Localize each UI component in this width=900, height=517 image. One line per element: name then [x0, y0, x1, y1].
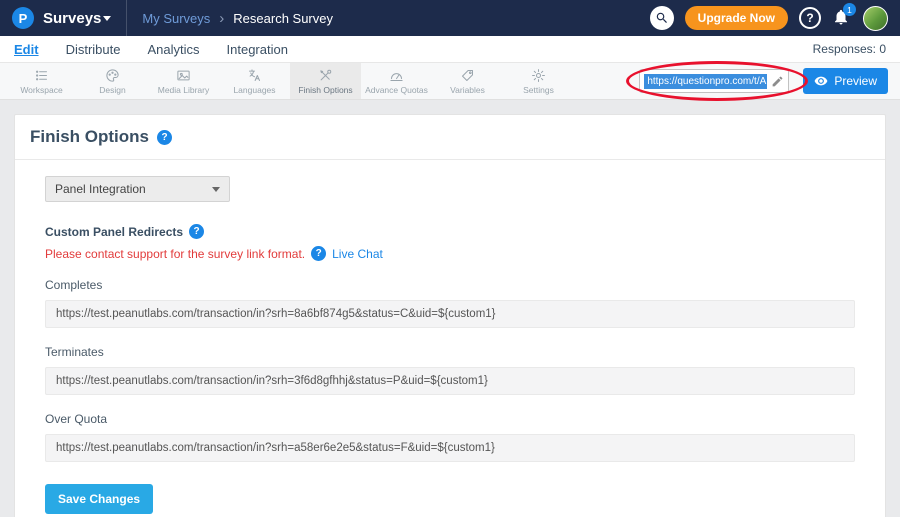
advance-quotas-gauge-icon: [389, 68, 404, 83]
over-quota-url-field[interactable]: https://test.peanutlabs.com/transaction/…: [45, 434, 855, 462]
finish-options-card: Finish Options ? Panel Integration Custo…: [14, 114, 886, 517]
toolbar-item-media-library[interactable]: Media Library: [148, 63, 219, 99]
notifications-button[interactable]: 1: [832, 8, 852, 28]
top-bar: P Surveys My Surveys › Research Survey U…: [0, 0, 900, 36]
card-title-row: Finish Options ?: [15, 115, 885, 159]
help-button[interactable]: ?: [799, 7, 821, 29]
media-library-icon: [176, 68, 191, 83]
support-note-text: Please contact support for the survey li…: [45, 247, 305, 261]
page-title: Finish Options: [30, 127, 149, 147]
divider: [126, 0, 127, 36]
questionpro-logo[interactable]: P: [12, 7, 34, 29]
toolbar-label: Languages: [233, 85, 275, 95]
toolbar-item-advance-quotas[interactable]: Advance Quotas: [361, 63, 432, 99]
toolbar-label: Settings: [523, 85, 554, 95]
pencil-icon: [771, 75, 784, 88]
toolbar-label: Media Library: [158, 85, 210, 95]
product-switcher[interactable]: Surveys: [43, 10, 111, 27]
topbar-actions: Upgrade Now ? 1: [650, 6, 888, 31]
panel-integration-select[interactable]: Panel Integration: [45, 176, 230, 202]
toolbar-item-variables[interactable]: Variables: [432, 63, 503, 99]
notification-badge: 1: [843, 3, 856, 16]
design-palette-icon: [105, 68, 120, 83]
custom-panel-redirects-label: Custom Panel Redirects: [45, 225, 183, 239]
toolbar-item-design[interactable]: Design: [77, 63, 148, 99]
tab-integration[interactable]: Integration: [227, 42, 288, 57]
survey-nav: Edit Distribute Analytics Integration Re…: [0, 36, 900, 63]
breadcrumb-my-surveys[interactable]: My Surveys: [142, 11, 210, 26]
card-body: Panel Integration Custom Panel Redirects…: [15, 160, 885, 517]
help-icon[interactable]: ?: [189, 224, 204, 239]
toolbar-item-workspace[interactable]: Workspace: [6, 63, 77, 99]
languages-icon: [247, 68, 262, 83]
eye-icon: [814, 74, 828, 88]
toolbar-item-settings[interactable]: Settings: [503, 63, 574, 99]
product-name: Surveys: [43, 10, 101, 27]
chevron-down-icon: [103, 16, 111, 21]
survey-url-selected-text: https://questionpro.com/t/A: [644, 74, 767, 89]
finish-options-tools-icon: [318, 68, 333, 83]
panel-integration-selected-value: Panel Integration: [55, 182, 146, 196]
responses-count: Responses: 0: [813, 42, 886, 56]
toolbar-label: Design: [99, 85, 125, 95]
live-chat-link[interactable]: Live Chat: [332, 247, 383, 261]
tab-distribute[interactable]: Distribute: [66, 42, 121, 57]
upgrade-now-button[interactable]: Upgrade Now: [685, 6, 788, 30]
survey-url-wrap: https://questionpro.com/t/A: [639, 69, 789, 93]
chevron-down-icon: [212, 187, 220, 192]
terminates-url-field[interactable]: https://test.peanutlabs.com/transaction/…: [45, 367, 855, 395]
toolbar-label: Finish Options: [298, 85, 352, 95]
tab-analytics[interactable]: Analytics: [147, 42, 199, 57]
search-button[interactable]: [650, 6, 674, 30]
tab-edit[interactable]: Edit: [14, 42, 39, 57]
over-quota-label: Over Quota: [45, 412, 855, 426]
completes-url-field[interactable]: https://test.peanutlabs.com/transaction/…: [45, 300, 855, 328]
edit-toolbar: Workspace Design Media Library Languages…: [0, 63, 900, 100]
live-chat-icon[interactable]: ?: [311, 246, 326, 261]
section-row: Custom Panel Redirects ?: [45, 224, 855, 239]
toolbar-right: https://questionpro.com/t/A Preview: [639, 63, 894, 99]
preview-button[interactable]: Preview: [803, 68, 888, 94]
toolbar-item-languages[interactable]: Languages: [219, 63, 290, 99]
breadcrumb-separator: ›: [219, 10, 224, 27]
settings-gear-icon: [531, 68, 546, 83]
preview-label: Preview: [834, 74, 877, 88]
toolbar-item-finish-options[interactable]: Finish Options: [290, 63, 361, 99]
main-content: Finish Options ? Panel Integration Custo…: [0, 100, 900, 517]
completes-label: Completes: [45, 278, 855, 292]
support-note-row: Please contact support for the survey li…: [45, 246, 855, 261]
workspace-icon: [34, 68, 49, 83]
variables-tag-icon: [460, 68, 475, 83]
search-icon: [655, 11, 669, 25]
save-changes-button[interactable]: Save Changes: [45, 484, 153, 514]
survey-url-input[interactable]: https://questionpro.com/t/A: [639, 69, 789, 93]
terminates-label: Terminates: [45, 345, 855, 359]
avatar[interactable]: [863, 6, 888, 31]
edit-url-button[interactable]: [771, 75, 784, 88]
help-icon[interactable]: ?: [157, 130, 172, 145]
toolbar-label: Variables: [450, 85, 485, 95]
toolbar-label: Advance Quotas: [365, 85, 428, 95]
breadcrumb-current-survey: Research Survey: [233, 11, 333, 26]
toolbar-label: Workspace: [20, 85, 62, 95]
